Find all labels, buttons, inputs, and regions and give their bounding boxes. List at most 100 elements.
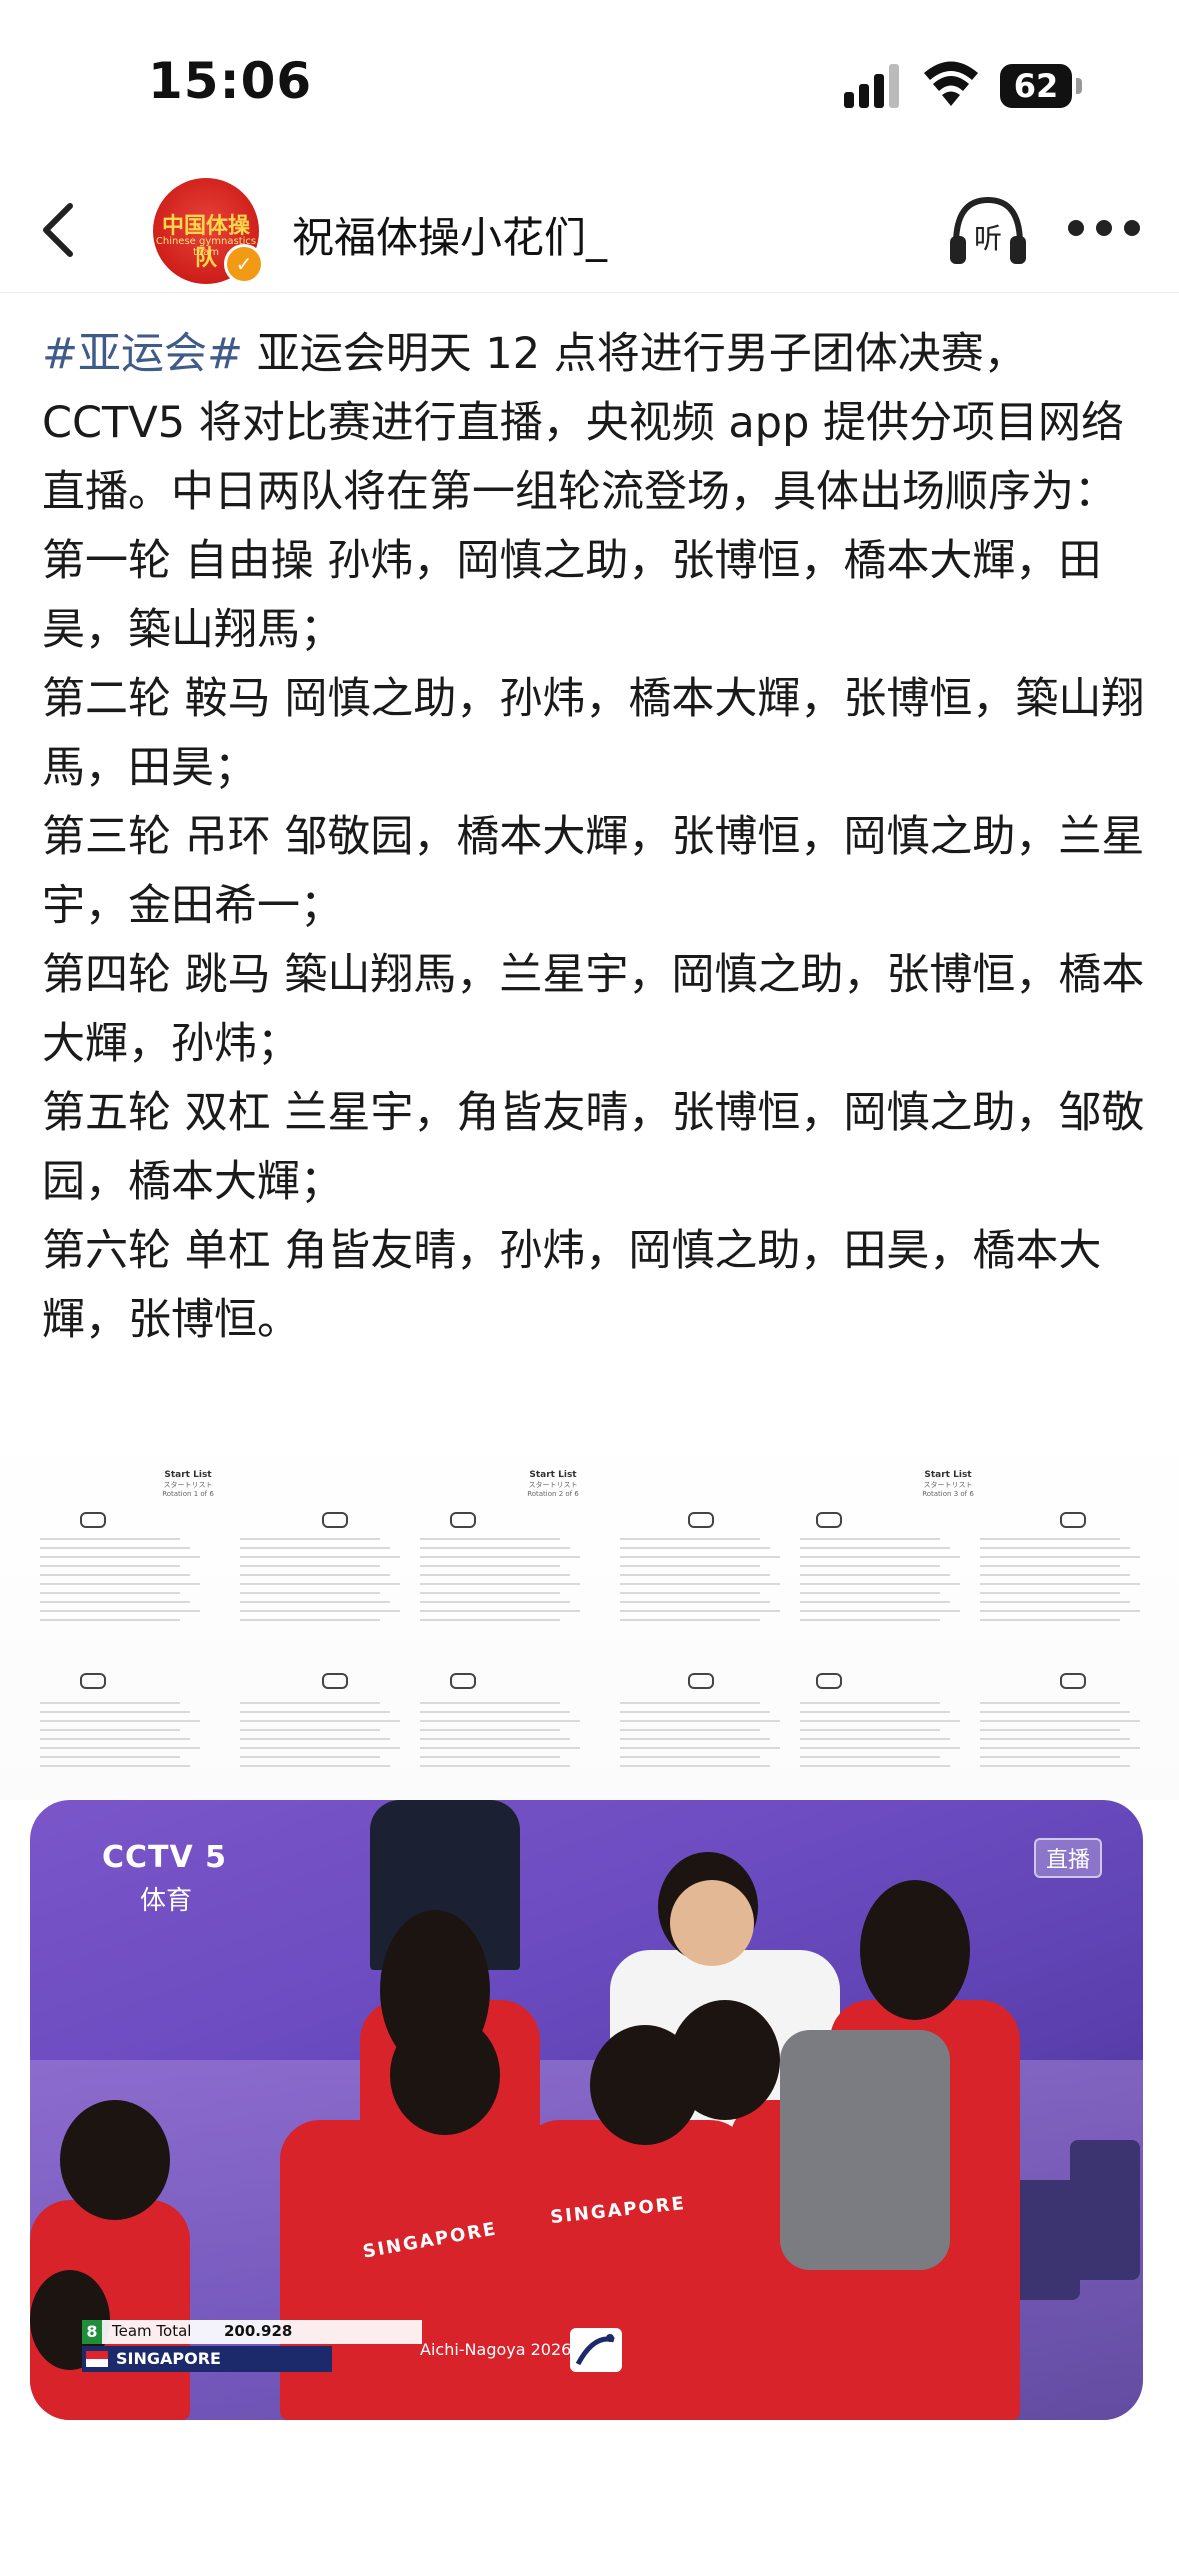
start-list-row [40, 1619, 180, 1621]
vault-icon [322, 1673, 348, 1689]
start-list-row [40, 1729, 180, 1731]
start-list-row [40, 1574, 190, 1576]
start-list-row [980, 1720, 1140, 1722]
start-list-row [420, 1574, 570, 1576]
score-label: Team Total [112, 2322, 192, 2340]
more-options-icon[interactable] [1068, 220, 1140, 240]
sheet-title: Start List [529, 1470, 577, 1480]
video-thumbnail[interactable]: SINGAPORE SINGAPORE CCTV 5 体育 直播 8 Team … [30, 1800, 1143, 2420]
start-list-row [800, 1765, 950, 1767]
start-list-row [40, 1702, 180, 1704]
back-arrow-icon[interactable] [32, 198, 92, 262]
start-list-row [800, 1601, 950, 1603]
rotation-3-text: 第三轮 吊环 邹敬园，橋本大輝，张博恒，岡慎之助，兰星宇，金田希一； [42, 812, 1145, 931]
start-list-row [980, 1765, 1130, 1767]
rotation-6-text: 第六轮 单杠 角皆友晴，孙炜，岡慎之助，田昊，橋本大輝，张博恒。 [42, 1226, 1102, 1345]
start-list-row [980, 1756, 1120, 1758]
listen-label: 听 [974, 222, 1002, 255]
sheet-title: Start List [924, 1470, 972, 1480]
start-list-row [240, 1610, 400, 1612]
author-name[interactable]: 祝福体操小花们_ [292, 204, 607, 265]
start-list-row [980, 1729, 1120, 1731]
start-list-sheet-1: Start List スタートリスト Rotation 1 of 6 [95, 1470, 281, 1498]
start-list-row [620, 1729, 760, 1731]
start-list-sheet-2: Start List スタートリスト Rotation 2 of 6 [460, 1470, 646, 1498]
start-list-row [980, 1556, 1140, 1558]
start-list-row [800, 1720, 960, 1722]
post-text: #亚运会# 亚运会明天 12 点将进行男子团体决赛，CCTV5 将对比赛进行直播… [42, 320, 1152, 1355]
start-list-row [620, 1556, 780, 1558]
start-list-row [420, 1738, 570, 1740]
start-list-row [800, 1729, 940, 1731]
start-list-image[interactable]: Start List スタートリスト Rotation 1 of 6 Start… [0, 1420, 1179, 1800]
start-list-row [40, 1556, 200, 1558]
start-list-row [240, 1583, 400, 1585]
start-list-row [240, 1711, 390, 1713]
start-list-row [240, 1556, 400, 1558]
start-list-row [240, 1574, 390, 1576]
battery-icon: 62 [1000, 64, 1072, 108]
start-list-row [980, 1583, 1140, 1585]
start-list-row [620, 1619, 760, 1621]
start-list-row [980, 1711, 1130, 1713]
hashtag-link[interactable]: #亚运会# [42, 329, 243, 379]
score-overlay: 8 Team Total 200.928 SINGAPORE [82, 2320, 422, 2372]
start-list-row [980, 1592, 1120, 1594]
start-list-row [800, 1756, 940, 1758]
start-list-row [40, 1738, 190, 1740]
status-bar: 15:06 62 [0, 0, 1179, 170]
start-list-row [40, 1583, 200, 1585]
sheet-subtitle: スタートリスト [528, 1481, 578, 1489]
start-list-row [980, 1547, 1130, 1549]
event-name: Aichi-Nagoya 2026 [420, 2340, 572, 2359]
gymnastics-pictogram-icon [570, 2328, 622, 2372]
live-badge: 直播 [1034, 1838, 1103, 1878]
sheet-rotation: Rotation 2 of 6 [527, 1490, 579, 1498]
start-list-row [800, 1547, 950, 1549]
start-list-row [420, 1601, 570, 1603]
start-list-row [40, 1547, 190, 1549]
start-list-row [980, 1747, 1140, 1749]
start-list-row [620, 1747, 780, 1749]
start-list-row [240, 1547, 390, 1549]
start-list-row [800, 1702, 940, 1704]
start-list-row [240, 1756, 380, 1758]
athlete-head [60, 2100, 170, 2220]
post-paragraph-intro: #亚运会# 亚运会明天 12 点将进行男子团体决赛，CCTV5 将对比赛进行直播… [42, 320, 1152, 527]
start-list-row [240, 1619, 380, 1621]
cellular-signal-icon [844, 64, 904, 108]
start-list-row [980, 1565, 1120, 1567]
start-list-row [620, 1702, 760, 1704]
start-list-row [420, 1592, 560, 1594]
start-list-row [240, 1738, 390, 1740]
sheet-rotation: Rotation 1 of 6 [162, 1490, 214, 1498]
rings-icon [80, 1673, 106, 1689]
start-list-row [40, 1565, 180, 1567]
start-list-row [620, 1720, 780, 1722]
start-list-row [40, 1765, 190, 1767]
start-list-row [40, 1592, 180, 1594]
start-list-row [420, 1610, 580, 1612]
parallel-bars-icon [688, 1673, 714, 1689]
cctv-channel-logo: CCTV 5 [102, 1840, 228, 1875]
start-list-row [980, 1702, 1120, 1704]
start-list-row [980, 1610, 1140, 1612]
backpack [780, 2030, 950, 2270]
rotation-2-text: 第二轮 鞍马 岡慎之助，孙炜，橋本大輝，张博恒，築山翔馬，田昊； [42, 674, 1145, 793]
start-list-row [800, 1574, 950, 1576]
vault-icon [450, 1673, 476, 1689]
pommel-horse-icon [322, 1512, 348, 1528]
athlete-head [860, 1880, 970, 2020]
start-list-row [40, 1601, 190, 1603]
start-list-row [800, 1583, 960, 1585]
start-list-row [800, 1738, 950, 1740]
sheet-rotation: Rotation 3 of 6 [922, 1490, 974, 1498]
score-country-bar: SINGAPORE [82, 2346, 332, 2372]
start-list-row [420, 1583, 580, 1585]
sheet-title: Start List [164, 1470, 212, 1480]
listen-headphones-icon[interactable]: 听 [946, 190, 1030, 270]
start-list-row [240, 1565, 380, 1567]
start-list-row [420, 1747, 580, 1749]
rings-icon [816, 1512, 842, 1528]
sheet-subtitle: スタートリスト [163, 1481, 213, 1489]
